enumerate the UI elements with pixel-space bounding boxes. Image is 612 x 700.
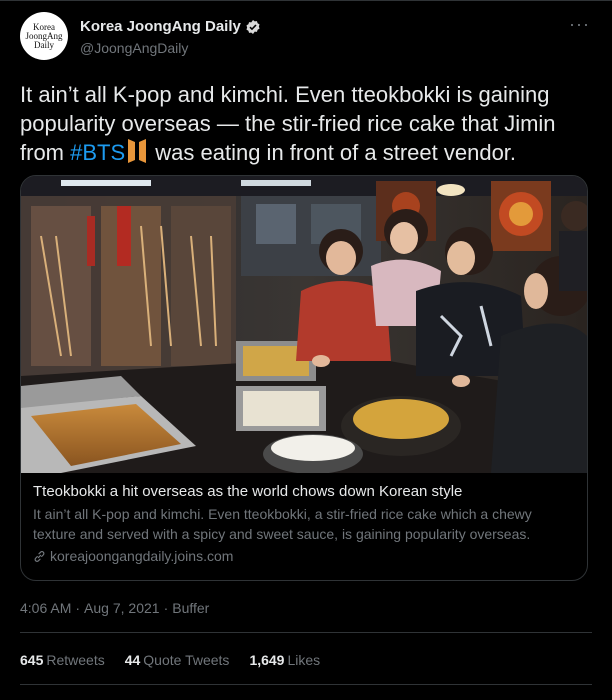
avatar-text-line: Daily: [34, 39, 54, 50]
card-domain: koreajoongangdaily.joins.com: [50, 548, 234, 564]
author-name-row[interactable]: Korea JoongAng Daily: [80, 18, 261, 35]
link-preview-card[interactable]: Tteokbokki a hit overseas as the world c…: [20, 175, 588, 581]
tweet-text: It ain’t all K-pop and kimchi. Even tteo…: [20, 80, 592, 167]
divider: [20, 632, 592, 633]
retweets-count: 645: [20, 652, 44, 668]
more-options-icon[interactable]: ···: [569, 14, 590, 35]
quotes-count: 44: [124, 652, 141, 668]
retweets-stat[interactable]: 645 Retweets: [20, 652, 105, 668]
likes-count: 1,649: [249, 652, 285, 668]
hashtag-link[interactable]: #BTS: [70, 140, 125, 165]
likes-label: Likes: [287, 652, 321, 668]
avatar[interactable]: Korea JoongAng Daily: [20, 12, 68, 60]
likes-stat[interactable]: 1,649 Likes: [249, 652, 320, 668]
quote-tweets-stat[interactable]: 44 Quote Tweets: [125, 652, 230, 668]
tweet-source: Buffer: [172, 600, 210, 616]
divider: [20, 684, 592, 685]
card-domain-row: koreajoongangdaily.joins.com: [33, 546, 578, 566]
card-description: It ain’t all K-pop and kimchi. Even tteo…: [33, 506, 532, 542]
link-icon: [34, 550, 45, 562]
tweet-date[interactable]: Aug 7, 2021: [84, 600, 160, 616]
verified-badge-icon: [246, 19, 260, 34]
bts-logo-icon: [128, 139, 147, 163]
meta-separator: ·: [75, 600, 81, 616]
display-name[interactable]: Korea JoongAng Daily: [80, 18, 241, 35]
engagement-stats: 645 Retweets 44 Quote Tweets 1,649 Likes: [20, 652, 340, 668]
quotes-label: Quote Tweets: [143, 652, 230, 668]
tweet-time[interactable]: 4:06 AM: [20, 600, 71, 616]
street-food-stall-photo[interactable]: [21, 176, 587, 473]
meta-separator: ·: [163, 600, 169, 616]
card-body: Tteokbokki a hit overseas as the world c…: [33, 482, 578, 566]
tweet-text-part: was eating in front of a street vendor.: [149, 140, 517, 165]
retweets-label: Retweets: [46, 652, 105, 668]
top-divider: [0, 0, 612, 1]
tweet-meta: 4:06 AM · Aug 7, 2021 · Buffer: [20, 600, 209, 616]
card-title: Tteokbokki a hit overseas as the world c…: [33, 483, 463, 500]
account-handle[interactable]: @JoongAngDaily: [80, 40, 188, 56]
